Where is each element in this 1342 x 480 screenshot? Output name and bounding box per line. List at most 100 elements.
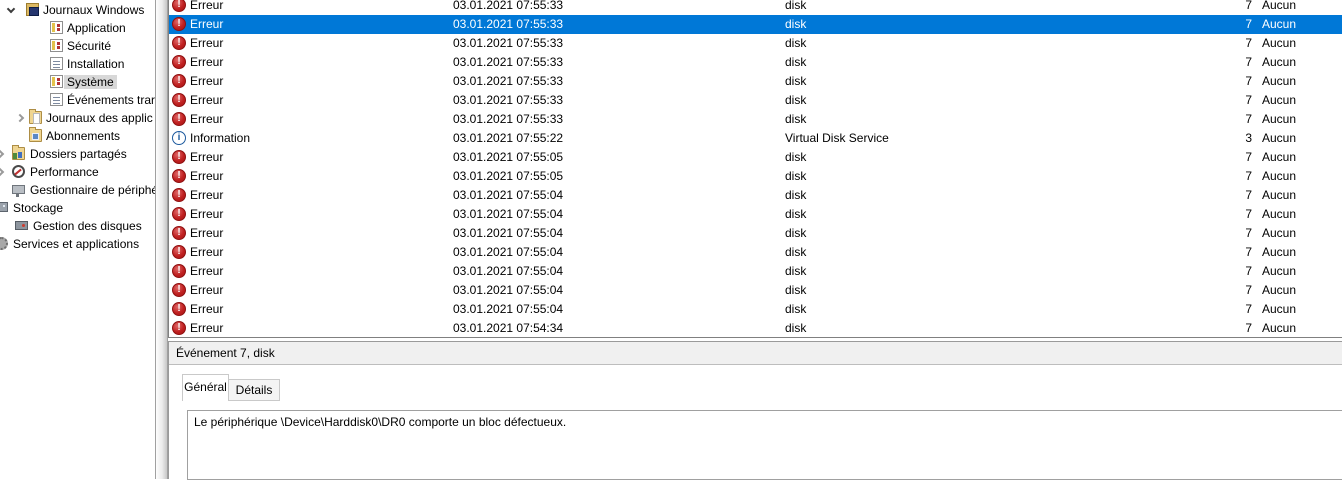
sidebar-item-label: Installation <box>67 57 125 71</box>
event-row[interactable]: Erreur 03.01.2021 07:55:04 disk 7 Aucun <box>169 281 1342 300</box>
tab-general[interactable]: Général <box>182 374 229 401</box>
sidebar-item-label: Stockage <box>13 201 64 215</box>
event-detail-pane: Événement 7, disk Général Détails Le pér… <box>168 341 1342 480</box>
event-list-panel: Erreur03.01.2021 07:55:33disk7AucunErreu… <box>168 0 1342 338</box>
sidebar-item-journaux-windows[interactable]: Journaux Windows <box>0 1 155 19</box>
sidebar-item-securite[interactable]: Sécurité <box>0 37 155 55</box>
device-manager-icon <box>12 185 25 197</box>
sidebar-item-services-et-applications[interactable]: Services et applications <box>0 235 155 253</box>
task-category-cell: Aucun <box>1262 36 1297 50</box>
chevron-right-icon[interactable] <box>15 113 25 123</box>
event-row[interactable]: Erreur 03.01.2021 07:55:33 disk 7 Aucun <box>169 0 1342 15</box>
source-cell: Virtual Disk Service <box>785 131 889 145</box>
services-icon <box>0 237 8 250</box>
event-row[interactable]: Erreur 03.01.2021 07:55:33 disk 7 Aucun <box>169 72 1342 91</box>
date-cell: 03.01.2021 07:55:33 <box>453 0 564 12</box>
event-id-cell: 7 <box>1245 321 1252 335</box>
event-log-icon <box>50 39 63 52</box>
console-tree-sidebar: Journaux Windows Application Sécurité Insta… <box>0 0 155 479</box>
sidebar-item-journaux-des-applic[interactable]: Journaux des applic <box>0 109 155 127</box>
sidebar-item-label: Système <box>64 75 117 89</box>
event-id-cell: 7 <box>1245 0 1252 12</box>
chevron-right-icon[interactable] <box>0 167 5 177</box>
level-cell: Erreur <box>190 188 224 202</box>
event-message-box[interactable]: Le périphérique \Device\Harddisk0\DR0 co… <box>187 410 1342 480</box>
tab-details[interactable]: Détails <box>228 379 280 401</box>
event-log-icon <box>50 75 63 88</box>
sidebar-item-application[interactable]: Application <box>0 19 155 37</box>
sidebar-item-label: Événements trar <box>67 93 155 107</box>
event-row[interactable]: Erreur 03.01.2021 07:54:34 disk 7 Aucun <box>169 319 1342 337</box>
level-cell: Erreur <box>190 0 224 12</box>
sidebar-item-label: Abonnements <box>46 129 121 143</box>
console-tree: Journaux Windows Application Sécurité Insta… <box>0 0 155 253</box>
event-id-cell: 7 <box>1245 150 1252 164</box>
tree-vertical-scrollbar[interactable] <box>155 0 168 479</box>
error-icon <box>172 36 186 50</box>
sidebar-item-evenements-trar[interactable]: Événements trar <box>0 91 155 109</box>
error-icon <box>172 245 186 259</box>
event-row[interactable]: Erreur 03.01.2021 07:55:33 disk 7 Aucun <box>169 53 1342 72</box>
disk-management-icon <box>15 221 28 230</box>
date-cell: 03.01.2021 07:54:34 <box>453 321 564 335</box>
date-cell: 03.01.2021 07:55:04 <box>453 226 564 240</box>
event-row[interactable]: Erreur 03.01.2021 07:55:33 disk 7 Aucun <box>169 91 1342 110</box>
event-row[interactable]: Erreur 03.01.2021 07:55:04 disk 7 Aucun <box>169 205 1342 224</box>
task-category-cell: Aucun <box>1262 283 1297 297</box>
error-icon <box>172 264 186 278</box>
event-viewer-window: { "sidebar": { "items": [ {"label":"Jour… <box>0 0 1342 480</box>
date-cell: 03.01.2021 07:55:04 <box>453 207 564 221</box>
sidebar-item-installation[interactable]: Installation <box>0 55 155 73</box>
event-row[interactable]: Erreur 03.01.2021 07:55:04 disk 7 Aucun <box>169 186 1342 205</box>
sidebar-item-stockage[interactable]: Stockage <box>0 199 155 217</box>
event-row[interactable]: Erreur 03.01.2021 07:55:04 disk 7 Aucun <box>169 300 1342 319</box>
chevron-down-icon[interactable] <box>6 4 16 14</box>
date-cell: 03.01.2021 07:55:33 <box>453 36 564 50</box>
event-row[interactable]: Erreur 03.01.2021 07:55:05 disk 7 Aucun <box>169 167 1342 186</box>
event-row[interactable]: Erreur 03.01.2021 07:55:33 disk 7 Aucun <box>169 110 1342 129</box>
sidebar-item-systeme[interactable]: Système <box>0 73 155 91</box>
sidebar-item-label: Journaux Windows <box>43 3 145 17</box>
event-row[interactable]: Erreur 03.01.2021 07:55:33 disk 7 Aucun <box>169 34 1342 53</box>
sidebar-item-dossiers-partages[interactable]: Dossiers partagés <box>0 145 155 163</box>
sidebar-item-label: Gestion des disques <box>33 219 142 233</box>
source-cell: disk <box>785 150 807 164</box>
date-cell: 03.01.2021 07:55:05 <box>453 169 564 183</box>
source-cell: disk <box>785 93 807 107</box>
task-category-cell: Aucun <box>1262 302 1297 316</box>
sidebar-item-gestion-des-disques[interactable]: Gestion des disques <box>0 217 155 235</box>
sidebar-item-abonnements[interactable]: Abonnements <box>0 127 155 145</box>
level-cell: Erreur <box>190 245 224 259</box>
task-category-cell: Aucun <box>1262 55 1297 69</box>
event-id-cell: 7 <box>1245 264 1252 278</box>
event-row[interactable]: Erreur 03.01.2021 07:55:04 disk 7 Aucun <box>169 262 1342 281</box>
level-cell: Erreur <box>190 74 224 88</box>
date-cell: 03.01.2021 07:55:22 <box>453 131 564 145</box>
chevron-right-icon[interactable] <box>0 149 5 159</box>
event-row[interactable]: Erreur 03.01.2021 07:55:33 disk 7 Aucun <box>169 15 1342 34</box>
sidebar-item-label: Journaux des applic <box>46 111 153 125</box>
event-detail-title: Événement 7, disk <box>169 342 1342 365</box>
sidebar-item-gestionnaire-de-periphe[interactable]: Gestionnaire de périphé <box>0 181 155 199</box>
sidebar-item-performance[interactable]: Performance <box>0 163 155 181</box>
event-row[interactable]: Erreur 03.01.2021 07:55:05 disk 7 Aucun <box>169 148 1342 167</box>
source-cell: disk <box>785 74 807 88</box>
event-list-rows: Erreur03.01.2021 07:55:33disk7AucunErreu… <box>169 0 1342 337</box>
event-row[interactable]: Erreur 03.01.2021 07:55:04 disk 7 Aucun <box>169 243 1342 262</box>
level-cell: Erreur <box>190 17 224 31</box>
source-cell: disk <box>785 169 807 183</box>
event-row[interactable]: Information 03.01.2021 07:55:22 Virtual Di… <box>169 129 1342 148</box>
event-id-cell: 7 <box>1245 169 1252 183</box>
performance-icon <box>12 165 25 178</box>
source-cell: disk <box>785 302 807 316</box>
event-row[interactable]: Erreur 03.01.2021 07:55:04 disk 7 Aucun <box>169 224 1342 243</box>
information-icon <box>172 131 186 145</box>
event-id-cell: 7 <box>1245 17 1252 31</box>
error-icon <box>172 93 186 107</box>
date-cell: 03.01.2021 07:55:33 <box>453 17 564 31</box>
level-cell: Erreur <box>190 321 224 335</box>
level-cell: Erreur <box>190 93 224 107</box>
error-icon <box>172 74 186 88</box>
error-icon <box>172 55 186 69</box>
date-cell: 03.01.2021 07:55:33 <box>453 93 564 107</box>
